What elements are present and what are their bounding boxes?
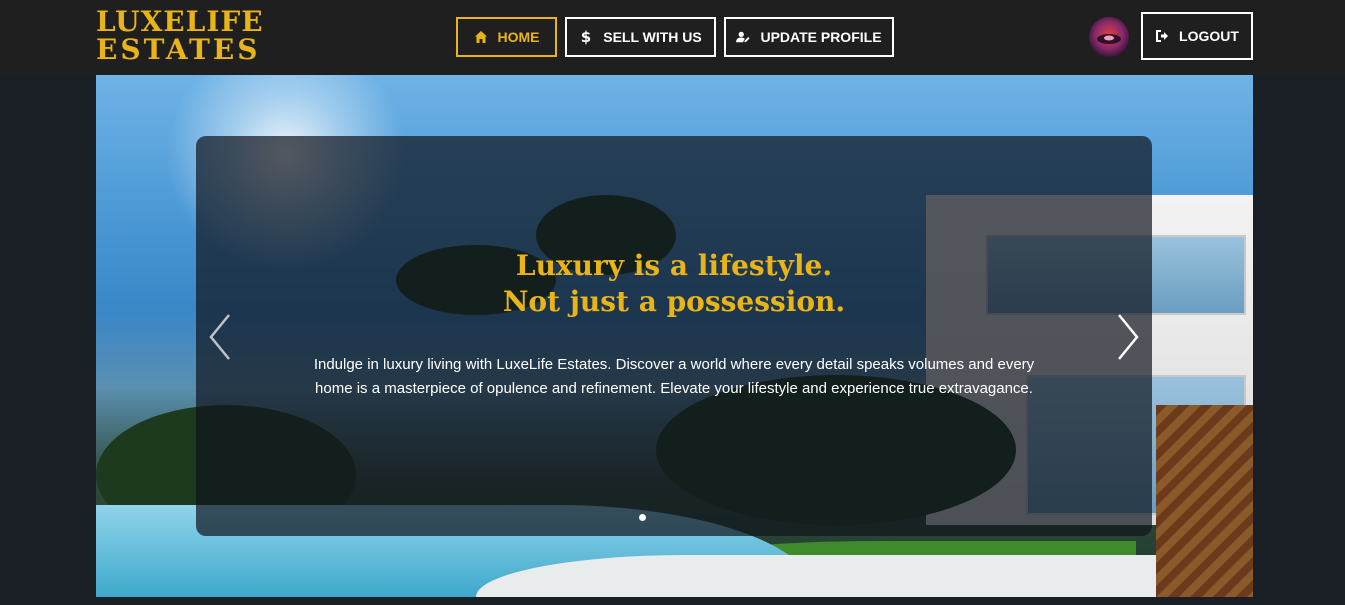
hero-headline: Luxury is a lifestyle. Not just a posses…	[196, 248, 1152, 320]
brand-line-1: LUXELIFE	[96, 5, 264, 38]
chevron-right-icon	[1118, 314, 1139, 360]
brand-line-2: ESTATES	[96, 33, 261, 66]
nav-update-profile-label: UPDATE PROFILE	[760, 29, 882, 45]
hero-headline-line-1: Luxury is a lifestyle.	[515, 249, 833, 282]
nav-update-profile-button[interactable]: UPDATE PROFILE	[724, 17, 894, 57]
carousel-next-button[interactable]	[1110, 310, 1146, 364]
hero-caption-overlay	[196, 136, 1152, 536]
nav-home-button[interactable]: HOME	[456, 17, 557, 57]
hero-image-deck	[476, 555, 1156, 597]
sign-out-icon	[1155, 29, 1169, 43]
hero-headline-line-2: Not just a possession.	[502, 285, 846, 318]
user-avatar[interactable]	[1089, 17, 1129, 57]
dollar-icon: $	[579, 29, 593, 45]
nav-sell-button[interactable]: $ SELL WITH US	[565, 17, 716, 57]
hero-description: Indulge in luxury living with LuxeLife E…	[313, 356, 1035, 397]
carousel-prev-button[interactable]	[202, 310, 238, 364]
carousel-indicator-dot[interactable]	[639, 514, 646, 521]
logout-label: LOGOUT	[1179, 28, 1239, 44]
nav-sell-label: SELL WITH US	[603, 29, 702, 45]
home-icon	[474, 30, 488, 44]
nav-home-label: HOME	[497, 29, 540, 45]
chevron-left-icon	[209, 314, 230, 360]
brand-logo[interactable]: LUXELIFE ESTATES	[96, 8, 264, 64]
user-edit-icon	[736, 30, 751, 44]
logout-button[interactable]: LOGOUT	[1141, 12, 1253, 60]
hero-image-stairs	[1156, 405, 1253, 597]
svg-text:$: $	[581, 29, 591, 45]
navbar: LUXELIFE ESTATES HOME $ SELL WITH US UPD…	[0, 0, 1345, 75]
